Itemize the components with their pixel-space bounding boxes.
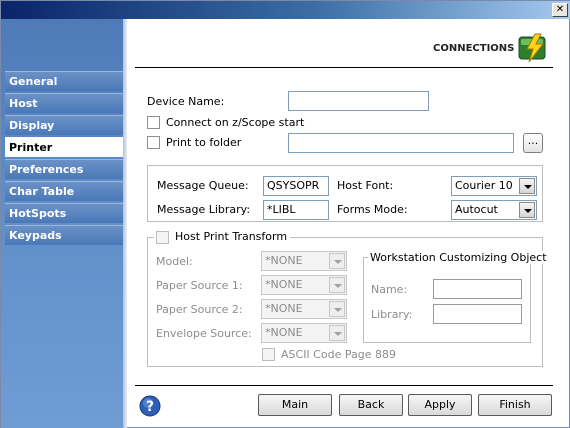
model-label: Model:: [156, 255, 193, 268]
sidebar-item-label: General: [9, 75, 58, 88]
sidebar-item-keypads[interactable]: Keypads: [5, 225, 123, 245]
wco-library-label: Library:: [371, 308, 413, 321]
folder-path-input[interactable]: [288, 133, 514, 153]
wco-name-label: Name:: [371, 283, 408, 296]
sidebar-item-label: HotSpots: [9, 207, 67, 220]
sidebar-item-hotspots[interactable]: HotSpots: [5, 203, 123, 223]
ascii-code-page-checkbox[interactable]: [262, 348, 275, 361]
wco-library-input[interactable]: [433, 304, 522, 324]
footer-divider: [135, 385, 553, 386]
sidebar-item-general[interactable]: General: [5, 71, 123, 91]
device-name-label: Device Name:: [147, 95, 225, 108]
sidebar-item-host[interactable]: Host: [5, 93, 123, 113]
host-font-select[interactable]: Courier 10: [451, 176, 537, 196]
sidebar-item-label: Host: [9, 97, 38, 110]
print-to-folder-checkbox[interactable]: [147, 136, 160, 149]
browse-ellipsis: ...: [527, 134, 539, 147]
chevron-down-icon[interactable]: [519, 202, 535, 218]
forms-mode-label: Forms Mode:: [337, 203, 408, 216]
paper-source-2-select[interactable]: *NONE: [261, 299, 347, 319]
connect-on-start-label: Connect on z/Scope start: [166, 116, 305, 129]
paper-source-1-value: *NONE: [265, 278, 303, 291]
forms-mode-value: Autocut: [455, 203, 498, 216]
sidebar-item-label: Keypads: [9, 229, 62, 242]
wco-group: [363, 257, 531, 343]
sidebar-item-printer[interactable]: Printer: [5, 137, 123, 157]
envelope-source-label: Envelope Source:: [156, 327, 252, 340]
browse-folder-button[interactable]: ...: [523, 133, 543, 153]
message-queue-label: Message Queue:: [157, 179, 249, 192]
paper-source-2-value: *NONE: [265, 302, 303, 315]
section-title: CONNECTIONS: [433, 43, 515, 54]
model-value: *NONE: [265, 254, 303, 267]
ascii-code-page-label: ASCII Code Page 889: [281, 348, 396, 361]
connect-on-start-checkbox[interactable]: [147, 116, 160, 129]
envelope-source-value: *NONE: [265, 326, 303, 339]
device-name-input[interactable]: [288, 91, 429, 111]
sidebar-item-label: Printer: [9, 141, 53, 154]
print-to-folder-label: Print to folder: [166, 136, 242, 149]
sidebar-item-display[interactable]: Display: [5, 115, 123, 135]
sidebar-item-char-table[interactable]: Char Table: [5, 181, 123, 201]
message-queue-input[interactable]: QSYSOPR: [263, 176, 329, 196]
paper-source-1-label: Paper Source 1:: [156, 279, 243, 292]
model-select[interactable]: *NONE: [261, 251, 347, 271]
paper-source-1-select[interactable]: *NONE: [261, 275, 347, 295]
message-library-input[interactable]: *LIBL: [263, 200, 329, 220]
header-divider: [135, 67, 553, 68]
wco-name-input[interactable]: [433, 279, 522, 299]
finish-button[interactable]: Finish: [478, 394, 552, 416]
envelope-source-select[interactable]: *NONE: [261, 323, 347, 343]
message-library-label: Message Library:: [157, 203, 251, 216]
host-print-transform-checkbox[interactable]: [156, 231, 169, 244]
chevron-down-icon[interactable]: [329, 301, 345, 317]
sidebar-divider: [123, 19, 127, 428]
host-print-transform-label: Host Print Transform: [175, 230, 288, 243]
paper-source-2-label: Paper Source 2:: [156, 303, 243, 316]
close-icon: ✕: [555, 4, 565, 15]
back-button[interactable]: Back: [339, 394, 403, 416]
sidebar-item-label: Char Table: [9, 185, 75, 198]
chevron-down-icon[interactable]: [329, 277, 345, 293]
printer-settings-window: ✕ General Host Display Printer Preferenc…: [0, 0, 570, 428]
sidebar-item-label: Preferences: [9, 163, 84, 176]
host-font-value: Courier 10: [455, 179, 513, 192]
connections-icon: [518, 33, 546, 63]
chevron-down-icon[interactable]: [519, 178, 535, 194]
main-button[interactable]: Main: [258, 394, 332, 416]
close-button[interactable]: ✕: [552, 3, 568, 17]
wco-title: Workstation Customizing Object: [368, 251, 549, 264]
host-font-label: Host Font:: [337, 179, 394, 192]
help-icon[interactable]: ?: [139, 395, 161, 417]
title-bar[interactable]: ✕: [1, 1, 570, 19]
sidebar-item-preferences[interactable]: Preferences: [5, 159, 123, 179]
chevron-down-icon[interactable]: [329, 253, 345, 269]
sidebar-item-label: Display: [9, 119, 55, 132]
svg-text:?: ?: [146, 399, 154, 415]
chevron-down-icon[interactable]: [329, 325, 345, 341]
forms-mode-select[interactable]: Autocut: [451, 200, 537, 220]
apply-button[interactable]: Apply: [408, 394, 472, 416]
